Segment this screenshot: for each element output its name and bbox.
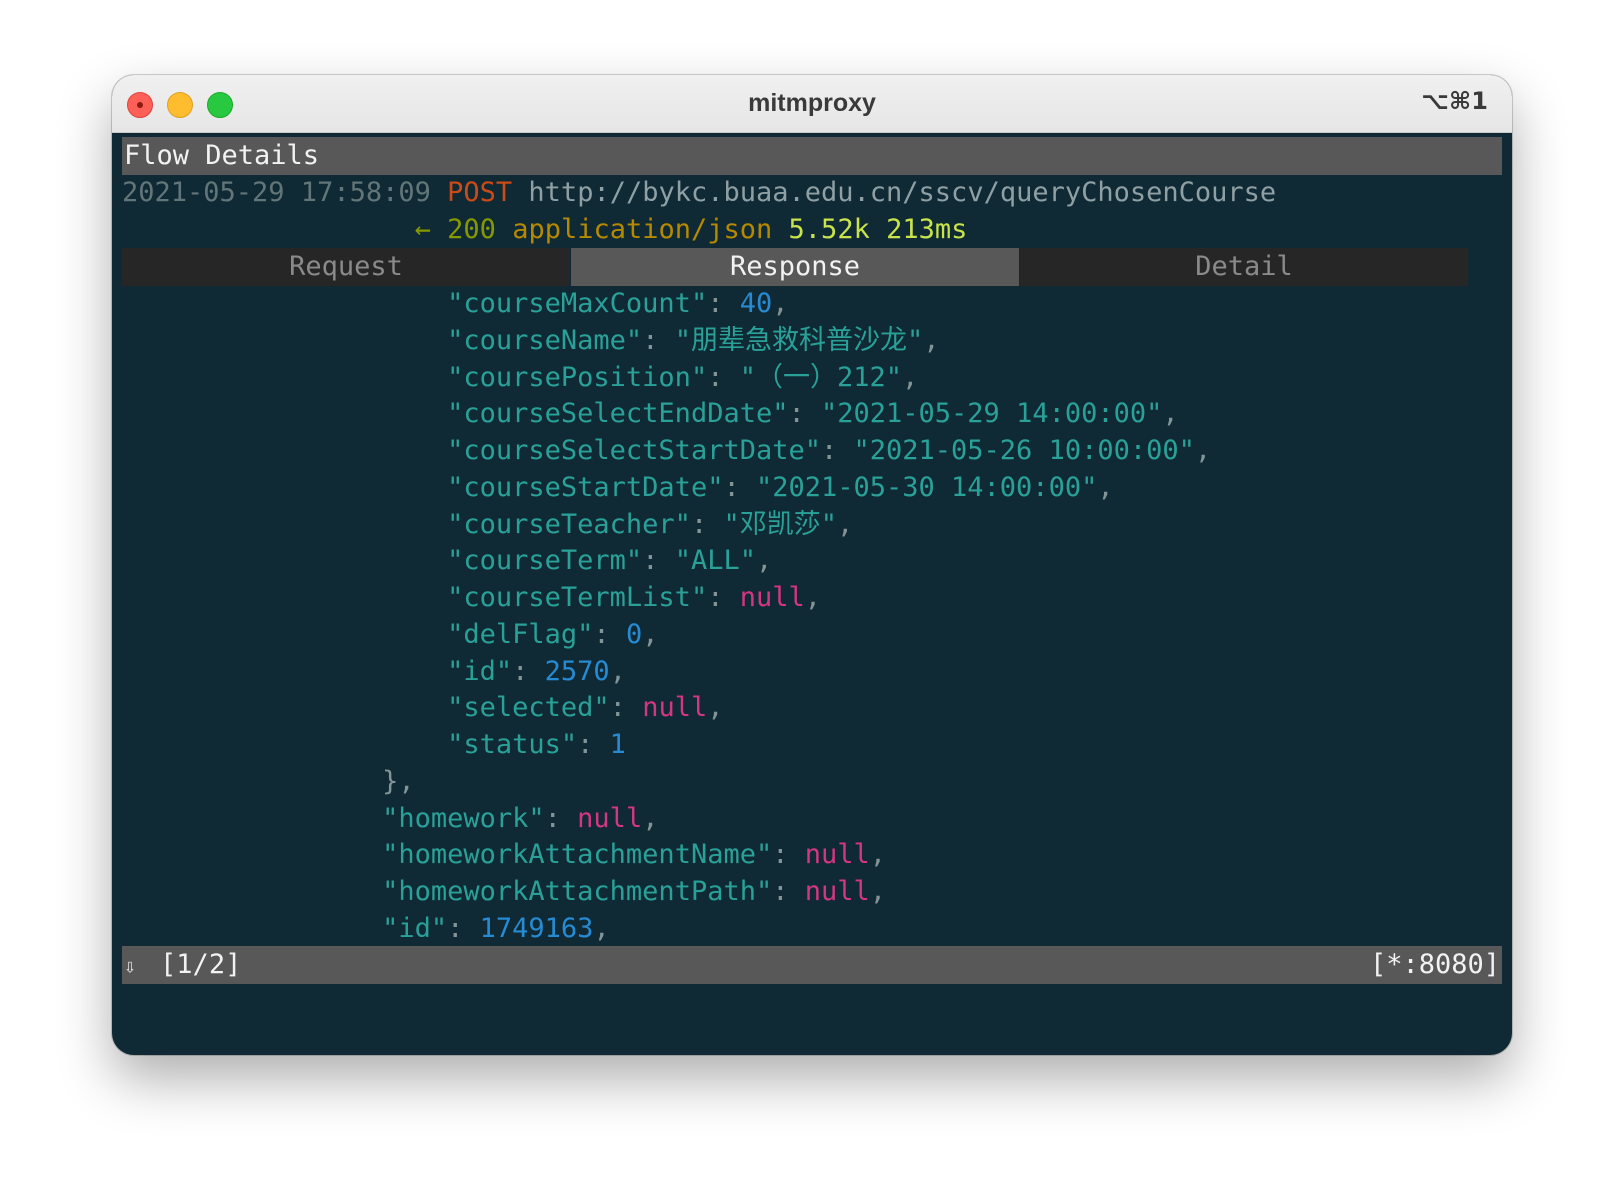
json-value: 1749163 [479, 912, 594, 944]
json-value: null [804, 839, 870, 871]
json-key: "delFlag" [447, 618, 594, 650]
terminal-content[interactable]: Flow Details 2021-05-29 17:58:09 POST ht… [122, 133, 1502, 1055]
json-key: "courseTermList" [447, 582, 708, 613]
json-line: "delFlag": 0, [447, 618, 659, 650]
json-key: "id" [447, 655, 513, 687]
json-line: "courseStartDate": "2021-05-30 14:00:00"… [447, 471, 1114, 503]
json-value: null [739, 582, 805, 613]
json-line: "courseTermList": null, [447, 582, 822, 613]
json-line: "id": 1749163, [382, 912, 610, 944]
response-summary-line: ← 200 application/json 5.52k 213ms [122, 211, 1502, 249]
json-key: "status" [447, 729, 578, 760]
page-indicator: [1/2] [160, 949, 242, 980]
json-key: "homework" [382, 802, 545, 834]
status-bar: ⇩ [1/2] [*:8080] [122, 946, 1502, 984]
request-method: POST [447, 177, 513, 208]
json-value: "2021-05-29 14:00:00" [821, 398, 1163, 430]
title-bar: mitmproxy ⌥⌘1 [112, 75, 1512, 133]
json-line: "id": 2570, [447, 655, 626, 687]
json-line: "courseMaxCount": 40, [447, 288, 789, 319]
listen-address: [*:8080] [1369, 949, 1500, 980]
tab-bar: Request Response Detail [122, 248, 1502, 286]
json-value: "ALL" [674, 545, 756, 577]
tab-detail[interactable]: Detail [1020, 248, 1468, 286]
json-value: null [642, 692, 708, 724]
request-url: http://bykc.buaa.edu.cn/sscv/queryChosen… [528, 177, 1277, 208]
json-key: "courseMaxCount" [447, 288, 708, 319]
json-line: "homeworkAttachmentName": null, [382, 839, 887, 871]
json-key: "courseSelectEndDate" [447, 398, 789, 430]
json-key: "selected" [447, 692, 610, 724]
json-value: "2021-05-26 10:00:00" [853, 435, 1195, 466]
json-value: 0 [625, 618, 643, 650]
json-key: "homeworkAttachmentName" [382, 839, 773, 871]
request-summary-line[interactable]: 2021-05-29 17:58:09 POST http://bykc.bua… [122, 174, 1502, 212]
flow-details-header: Flow Details [122, 137, 1502, 175]
json-value: "邓凯莎" [723, 508, 837, 540]
scroll-down-icon: ⇩ [124, 954, 137, 978]
json-value: 1 [609, 729, 626, 760]
json-value: "朋辈急救科普沙龙" [674, 324, 924, 356]
response-duration: 213ms [886, 214, 968, 245]
tab-response[interactable]: Response [571, 248, 1019, 286]
response-size: 5.52k [788, 214, 870, 245]
json-value: 2570 [544, 655, 610, 687]
json-value: 40 [739, 288, 773, 319]
json-key: "courseSelectStartDate" [447, 435, 821, 466]
json-value: "（一）212" [739, 361, 902, 393]
json-key: "courseTeacher" [447, 508, 691, 540]
json-value: "2021-05-30 14:00:00" [755, 471, 1098, 503]
json-key: "id" [382, 912, 448, 944]
window-shortcut: ⌥⌘1 [1421, 87, 1488, 115]
flow-details-title: Flow Details [124, 140, 320, 171]
json-key: "courseName" [447, 324, 643, 356]
json-line: "courseSelectEndDate": "2021-05-29 14:00… [447, 398, 1179, 430]
json-line: "status": 1 [447, 729, 626, 760]
json-line: "homework": null, [382, 802, 659, 834]
json-value: null [804, 876, 870, 907]
json-line: "courseSelectStartDate": "2021-05-26 10:… [447, 435, 1212, 466]
json-value: null [577, 802, 643, 834]
json-line: "courseTeacher": "邓凯莎", [447, 508, 854, 540]
terminal-window: mitmproxy ⌥⌘1 Flow Details 2021-05-29 17… [112, 75, 1512, 1055]
json-key: "courseStartDate" [447, 471, 724, 503]
json-line: "courseTerm": "ALL", [447, 545, 773, 577]
window-title: mitmproxy [748, 89, 876, 117]
request-timestamp: 2021-05-29 17:58:09 [122, 177, 431, 208]
tab-request[interactable]: Request [122, 248, 570, 286]
response-status-code: 200 [447, 214, 496, 245]
response-arrow-icon: ← [414, 214, 431, 245]
json-line: "courseName": "朋辈急救科普沙龙", [447, 324, 940, 356]
json-line: "homeworkAttachmentPath": null, [382, 876, 887, 907]
json-key: "coursePosition" [447, 361, 708, 393]
json-punctuation: }, [382, 765, 415, 797]
json-key: "homeworkAttachmentPath" [382, 876, 773, 907]
json-line: "selected": null, [447, 692, 724, 724]
json-key: "courseTerm" [447, 545, 643, 577]
json-line: "coursePosition": "（一）212", [447, 361, 919, 393]
json-line: }, [122, 763, 1502, 801]
response-content-type: application/json [512, 214, 773, 245]
